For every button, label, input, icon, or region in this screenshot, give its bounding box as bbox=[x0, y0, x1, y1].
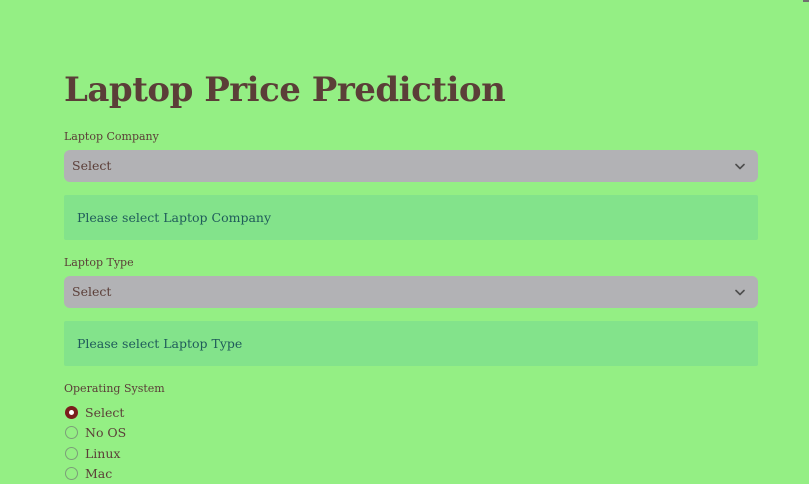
laptop-company-alert: Please select Laptop Company bbox=[64, 195, 758, 240]
main-content: Laptop Price Prediction Laptop Company S… bbox=[64, 62, 758, 484]
laptop-company-selected-value: Select bbox=[72, 150, 111, 182]
radio-unselected-icon bbox=[65, 447, 78, 460]
page-title: Laptop Price Prediction bbox=[64, 62, 758, 118]
radio-unselected-icon bbox=[65, 426, 78, 439]
laptop-company-section: Laptop Company Select Please select Lapt… bbox=[64, 130, 758, 240]
os-option-no-os[interactable]: No OS bbox=[64, 423, 758, 444]
os-option-label: Mac bbox=[85, 466, 112, 481]
os-option-mac[interactable]: Mac bbox=[64, 464, 758, 484]
operating-system-label: Operating System bbox=[64, 382, 758, 396]
laptop-type-selected-value: Select bbox=[72, 276, 111, 308]
chevron-down-icon bbox=[734, 160, 746, 172]
chevron-down-icon bbox=[734, 286, 746, 298]
os-option-select[interactable]: Select bbox=[64, 402, 758, 423]
section-spacer bbox=[64, 366, 758, 382]
laptop-type-select[interactable]: Select bbox=[64, 276, 758, 308]
window-edge-marker bbox=[803, 0, 809, 2]
laptop-company-label: Laptop Company bbox=[64, 130, 758, 144]
radio-unselected-icon bbox=[65, 467, 78, 480]
laptop-type-alert: Please select Laptop Type bbox=[64, 321, 758, 366]
os-option-label: Linux bbox=[85, 446, 120, 461]
radio-selected-icon bbox=[65, 406, 78, 419]
laptop-type-label: Laptop Type bbox=[64, 256, 758, 270]
os-option-label: Select bbox=[85, 405, 124, 420]
laptop-company-select[interactable]: Select bbox=[64, 150, 758, 182]
operating-system-section: Operating System Select No OS Linux Mac bbox=[64, 382, 758, 484]
laptop-type-section: Laptop Type Select Please select Laptop … bbox=[64, 256, 758, 366]
os-option-label: No OS bbox=[85, 425, 126, 440]
section-spacer bbox=[64, 240, 758, 256]
operating-system-radio-group: Select No OS Linux Mac bbox=[64, 402, 758, 484]
os-option-linux[interactable]: Linux bbox=[64, 443, 758, 464]
